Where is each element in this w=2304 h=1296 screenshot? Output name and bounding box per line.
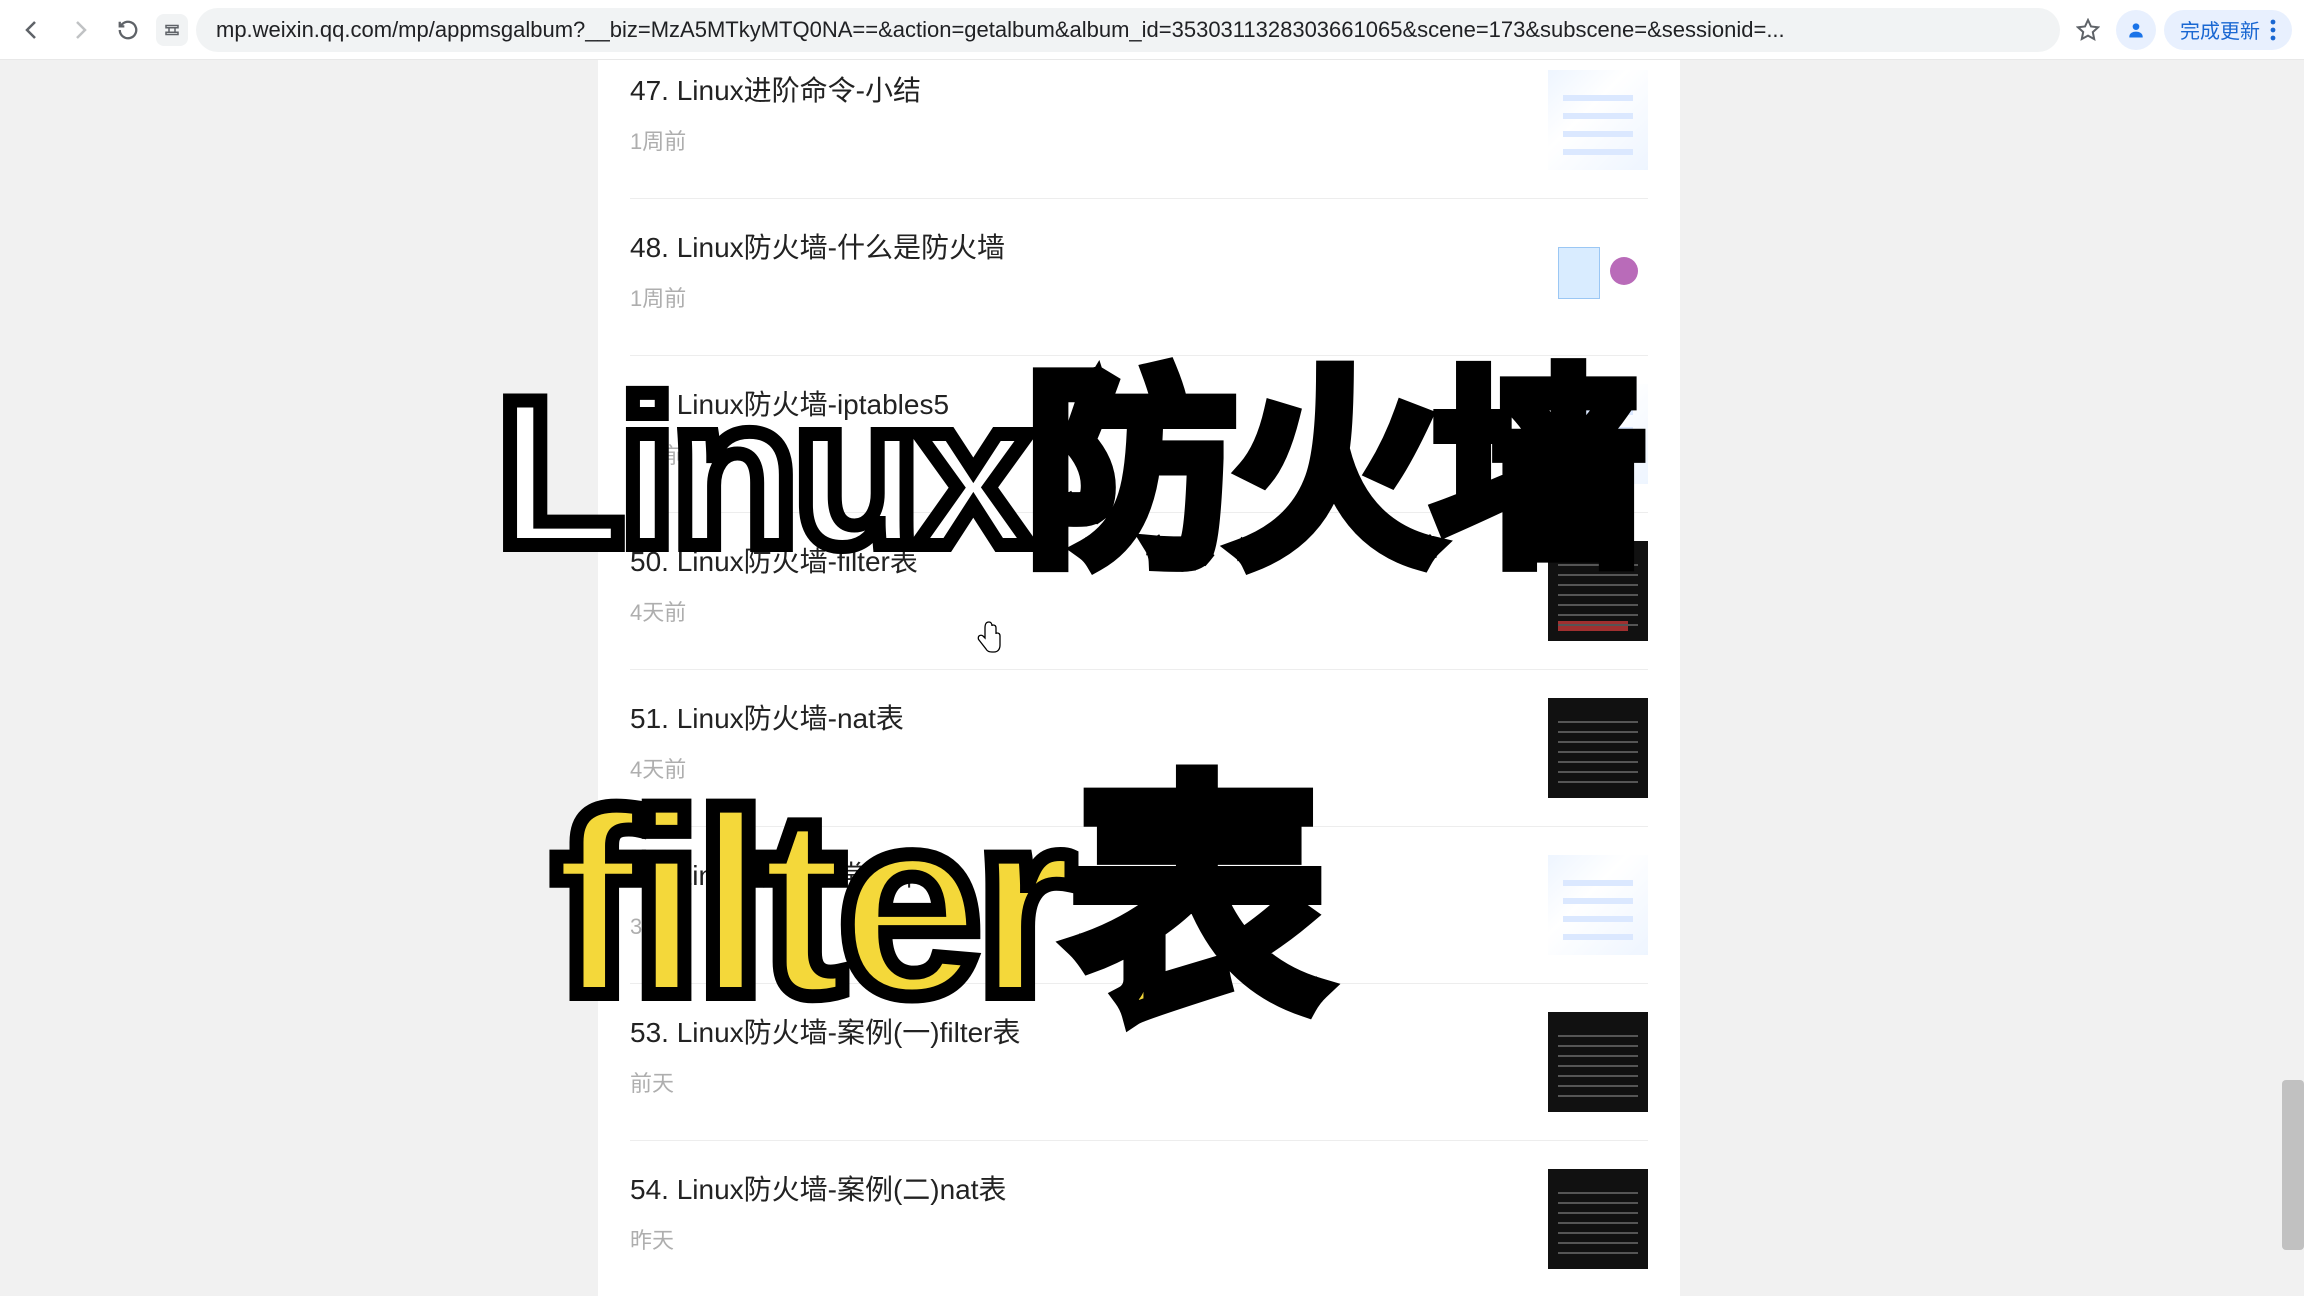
- article-meta: 4天前: [630, 595, 1524, 627]
- article-thumbnail: [1548, 70, 1648, 170]
- article-thumbnail: [1548, 855, 1648, 955]
- article-list-container: 47. Linux进阶命令-小结 1周前 48. Linux防火墙-什么是防火墙 1周…: [598, 60, 1680, 1296]
- article-text: 47. Linux进阶命令-小结 1周前: [630, 70, 1548, 156]
- article-meta: 1周前: [630, 281, 1524, 313]
- article-thumbnail: [1548, 384, 1648, 484]
- article-text: 50. Linux防火墙-filter表 4天前: [630, 541, 1548, 627]
- profile-avatar[interactable]: [2116, 10, 2156, 50]
- article-title: 48. Linux防火墙-什么是防火墙: [630, 227, 1524, 269]
- url-text: mp.weixin.qq.com/mp/appmsgalbum?__biz=Mz…: [216, 17, 1785, 43]
- article-meta: 4天前: [630, 752, 1524, 784]
- article-meta: 1周前: [630, 124, 1524, 156]
- article-thumbnail: [1548, 698, 1648, 798]
- article-thumbnail: [1548, 541, 1648, 641]
- bookmark-star-icon[interactable]: [2068, 10, 2108, 50]
- page-viewport: 47. Linux进阶命令-小结 1周前 48. Linux防火墙-什么是防火墙 1周…: [0, 60, 2304, 1296]
- site-info-icon[interactable]: [156, 14, 188, 46]
- article-meta: 昨天: [630, 1223, 1524, 1255]
- article-title: 50. Linux防火墙-filter表: [630, 541, 1524, 583]
- article-item[interactable]: 51. Linux防火墙-nat表 4天前: [630, 670, 1648, 827]
- article-title: 51. Linux防火墙-nat表: [630, 698, 1524, 740]
- article-item[interactable]: 48. Linux防火墙-什么是防火墙 1周前: [630, 199, 1648, 356]
- article-meta: 前天: [630, 1066, 1524, 1098]
- update-button-label: 完成更新: [2180, 15, 2260, 44]
- address-bar[interactable]: mp.weixin.qq.com/mp/appmsgalbum?__biz=Mz…: [196, 8, 2060, 52]
- article-text: 49. Linux防火墙-iptables5 5天前: [630, 384, 1548, 470]
- article-item[interactable]: 49. Linux防火墙-iptables5 5天前: [630, 356, 1648, 513]
- back-button[interactable]: [12, 10, 52, 50]
- forward-button[interactable]: [60, 10, 100, 50]
- article-title: 49. Linux防火墙-iptables5: [630, 384, 1524, 426]
- article-meta: 3天前: [630, 909, 1524, 941]
- article-title: 54. Linux防火墙-案例(二)nat表: [630, 1169, 1524, 1211]
- article-item[interactable]: 52. Linux防火墙-常用命令 3天前: [630, 827, 1648, 984]
- article-title: 53. Linux防火墙-案例(一)filter表: [630, 1012, 1524, 1054]
- article-thumbnail: [1548, 1012, 1648, 1112]
- reload-button[interactable]: [108, 10, 148, 50]
- article-thumbnail: [1548, 1169, 1648, 1269]
- article-thumbnail: [1548, 227, 1648, 327]
- article-text: 48. Linux防火墙-什么是防火墙 1周前: [630, 227, 1548, 313]
- article-item[interactable]: 54. Linux防火墙-案例(二)nat表昨天: [630, 1141, 1648, 1296]
- article-text: 53. Linux防火墙-案例(一)filter表前天: [630, 1012, 1548, 1098]
- article-text: 52. Linux防火墙-常用命令 3天前: [630, 855, 1548, 941]
- article-text: 51. Linux防火墙-nat表 4天前: [630, 698, 1548, 784]
- article-text: 54. Linux防火墙-案例(二)nat表昨天: [630, 1169, 1548, 1255]
- article-meta: 5天前: [630, 438, 1524, 470]
- article-item[interactable]: 47. Linux进阶命令-小结 1周前: [630, 60, 1648, 199]
- article-title: 52. Linux防火墙-常用命令: [630, 855, 1524, 897]
- article-item[interactable]: 53. Linux防火墙-案例(一)filter表前天: [630, 984, 1648, 1141]
- scrollbar-thumb[interactable]: [2282, 1080, 2304, 1250]
- article-title: 47. Linux进阶命令-小结: [630, 70, 1524, 112]
- article-item[interactable]: 50. Linux防火墙-filter表 4天前: [630, 513, 1648, 670]
- scrollbar-track[interactable]: [2282, 60, 2304, 1296]
- browser-toolbar: mp.weixin.qq.com/mp/appmsgalbum?__biz=Mz…: [0, 0, 2304, 60]
- update-button[interactable]: 完成更新: [2164, 10, 2292, 50]
